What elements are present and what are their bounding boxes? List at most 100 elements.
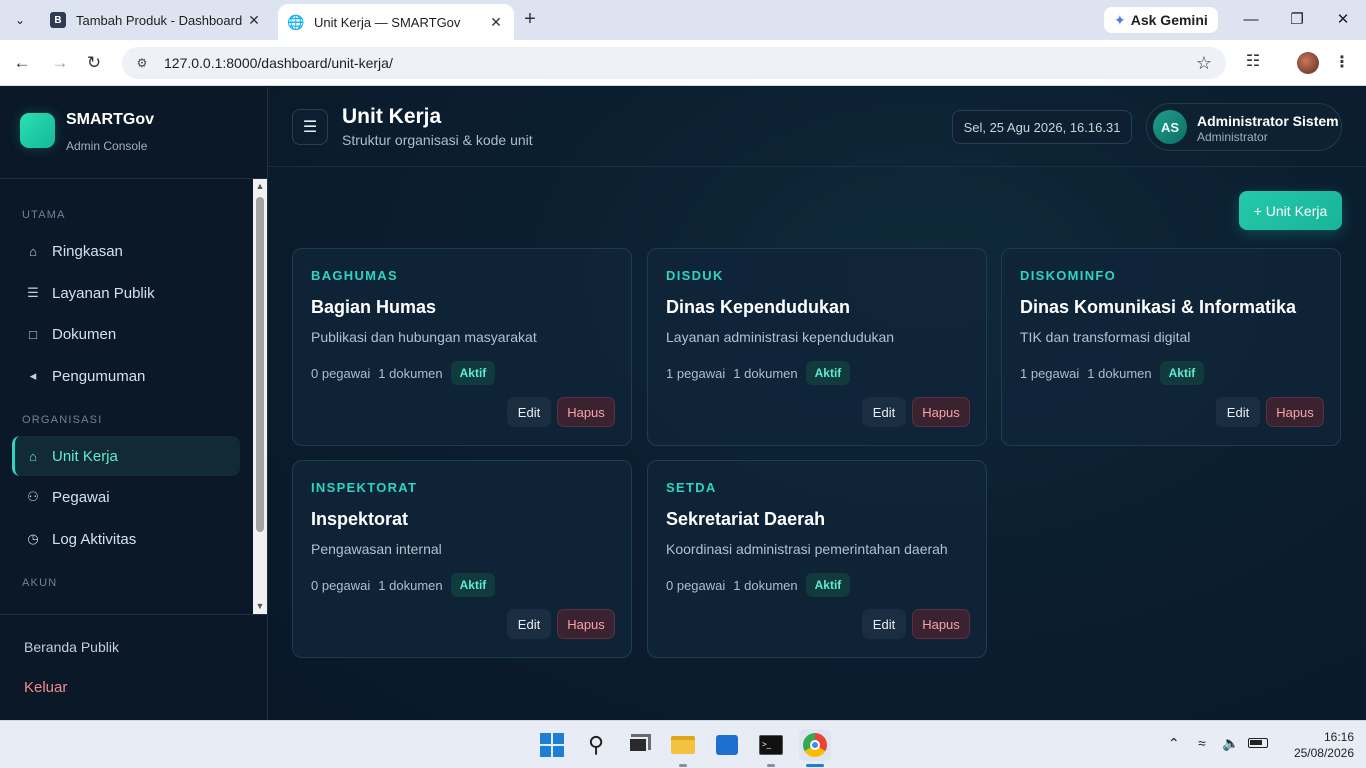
reload-button[interactable]: ↻: [82, 51, 106, 75]
unit-card: DISKOMINFO Dinas Komunikasi & Informatik…: [1001, 248, 1341, 446]
minimize-button[interactable]: —: [1236, 8, 1266, 32]
close-tab-icon[interactable]: ✕: [246, 12, 262, 29]
terminal-icon[interactable]: >_: [755, 729, 787, 761]
employee-count: 1 pegawai: [1020, 365, 1080, 381]
home-icon: ⌂: [29, 243, 37, 259]
start-button[interactable]: [536, 729, 568, 761]
unit-name: Bagian Humas: [311, 297, 437, 317]
volume-icon[interactable]: 🔈: [1222, 735, 1239, 752]
edit-button[interactable]: Edit: [507, 397, 551, 427]
store-icon[interactable]: [711, 729, 743, 761]
sidebar-item-ringkasan[interactable]: ⌂ Ringkasan: [12, 231, 240, 271]
unit-code: SETDA: [666, 480, 717, 495]
status-badge: Aktif: [1159, 361, 1205, 385]
delete-button[interactable]: Hapus: [912, 397, 970, 427]
sidebar-item-label: Unit Kerja: [52, 447, 118, 465]
scroll-down-arrow-icon[interactable]: ▼: [255, 601, 265, 611]
sidebar-item-log-aktivitas[interactable]: ◷ Log Aktivitas: [12, 519, 240, 559]
unit-name: Inspektorat: [311, 509, 409, 529]
unit-code: BAGHUMAS: [311, 268, 398, 283]
close-window-button[interactable]: ✕: [1328, 8, 1358, 32]
logout-link[interactable]: Keluar: [24, 679, 67, 696]
new-tab-button[interactable]: +: [518, 8, 542, 32]
user-name: Administrator Sistem: [1197, 113, 1339, 129]
sidebar-item-layanan-publik[interactable]: ☰ Layanan Publik: [12, 273, 240, 313]
browser-toolbar: ← → ↻ ⚙ 127.0.0.1:8000/dashboard/unit-ke…: [0, 40, 1366, 86]
browser-tab-inactive[interactable]: B Tambah Produk - Dashboard ✕: [40, 4, 272, 36]
browser-tab-active[interactable]: 🌐 Unit Kerja — SMARTGov ✕: [278, 4, 514, 40]
delete-button[interactable]: Hapus: [912, 609, 970, 639]
scrollbar-thumb[interactable]: [256, 197, 264, 532]
unit-name: Sekretariat Daerah: [666, 509, 826, 529]
sidebar-scrollbar[interactable]: ▲ ▼: [253, 179, 267, 614]
menu-toggle-button[interactable]: ☰: [292, 109, 328, 145]
extensions-icon[interactable]: ☷: [1242, 51, 1264, 73]
edit-button[interactable]: Edit: [862, 609, 906, 639]
tray-chevron-icon[interactable]: ⌃: [1168, 735, 1180, 752]
clock-time: 16:16: [1323, 730, 1354, 744]
unit-code: DISDUK: [666, 268, 724, 283]
sidebar-item-unit-kerja[interactable]: ⌂ Unit Kerja: [12, 436, 240, 476]
status-badge: Aktif: [450, 361, 496, 385]
sidebar-item-dokumen[interactable]: □ Dokumen: [12, 314, 240, 354]
back-button[interactable]: ←: [10, 51, 34, 75]
clock-date: 25/08/2026: [1293, 746, 1354, 760]
sidebar-item-label: Pegawai: [52, 488, 110, 506]
task-view-icon[interactable]: [622, 729, 654, 761]
avatar: AS: [1153, 110, 1187, 144]
dashboard-favicon-icon: B: [50, 12, 66, 28]
user-menu[interactable]: AS Administrator Sistem Administrator: [1146, 103, 1342, 151]
unit-description: Koordinasi administrasi pemerintahan dae…: [666, 541, 948, 557]
megaphone-icon: ◂: [29, 368, 37, 383]
delete-button[interactable]: Hapus: [557, 397, 615, 427]
edit-button[interactable]: Edit: [1216, 397, 1260, 427]
delete-button[interactable]: Hapus: [557, 609, 615, 639]
public-home-link[interactable]: Beranda Publik: [24, 639, 119, 655]
sidebar-item-label: Log Aktivitas: [52, 530, 137, 548]
sidebar-item-pegawai[interactable]: ⚇ Pegawai: [12, 477, 240, 517]
restore-button[interactable]: ❐: [1282, 8, 1312, 32]
battery-icon[interactable]: [1248, 735, 1268, 748]
employee-count: 0 pegawai: [666, 577, 726, 593]
forward-button[interactable]: →: [48, 51, 72, 75]
document-icon: □: [29, 326, 37, 342]
site-info-icon[interactable]: ⚙: [134, 55, 150, 71]
employee-count: 0 pegawai: [311, 365, 371, 381]
brand-logo: [20, 113, 55, 148]
close-tab-icon[interactable]: ✕: [488, 14, 504, 31]
status-badge: Aktif: [450, 573, 496, 597]
bookmark-star-icon[interactable]: ☆: [1196, 53, 1212, 74]
page-header: ☰ Unit Kerja Struktur organisasi & kode …: [268, 87, 1366, 167]
add-unit-kerja-button[interactable]: + Unit Kerja: [1239, 191, 1342, 230]
document-count: 1 dokumen: [378, 365, 443, 381]
brand-subtitle: Admin Console: [66, 139, 148, 153]
delete-button[interactable]: Hapus: [1266, 397, 1324, 427]
tab-title: Unit Kerja — SMARTGov: [314, 14, 461, 30]
edit-button[interactable]: Edit: [507, 609, 551, 639]
document-count: 1 dokumen: [733, 577, 798, 593]
sidebar-item-label: Ringkasan: [52, 242, 123, 260]
wifi-icon[interactable]: ≈: [1198, 735, 1206, 751]
unit-name: Dinas Kependudukan: [666, 297, 851, 317]
chrome-icon[interactable]: [799, 729, 831, 761]
tab-search-chevron-icon[interactable]: ⌄: [8, 8, 32, 32]
scroll-up-arrow-icon[interactable]: ▲: [255, 181, 265, 191]
main-content: ☰ Unit Kerja Struktur organisasi & kode …: [268, 87, 1366, 720]
search-icon[interactable]: ⚲: [580, 729, 612, 761]
unit-card: INSPEKTORAT Inspektorat Pengawasan inter…: [292, 460, 632, 658]
file-explorer-icon[interactable]: [667, 729, 699, 761]
sidebar-item-pengumuman[interactable]: ◂ Pengumuman: [12, 356, 240, 396]
unit-name: Dinas Komunikasi & Informatika: [1020, 297, 1297, 317]
system-clock[interactable]: 16:16 25/08/2026: [1278, 729, 1354, 761]
ask-gemini-button[interactable]: ✦ Ask Gemini: [1104, 7, 1218, 33]
url-text[interactable]: 127.0.0.1:8000/dashboard/unit-kerja/: [164, 55, 393, 71]
unit-meta: 0 pegawai 1 dokumen Aktif: [666, 572, 851, 598]
employee-count: 1 pegawai: [666, 365, 726, 381]
gemini-spark-icon: ✦: [1114, 11, 1126, 28]
browser-menu-icon[interactable]: ⋮: [1334, 52, 1350, 74]
edit-button[interactable]: Edit: [862, 397, 906, 427]
list-icon: ☰: [27, 285, 39, 300]
address-bar[interactable]: ⚙ 127.0.0.1:8000/dashboard/unit-kerja/ ☆: [122, 47, 1226, 79]
profile-avatar[interactable]: [1297, 52, 1319, 74]
document-count: 1 dokumen: [378, 577, 443, 593]
